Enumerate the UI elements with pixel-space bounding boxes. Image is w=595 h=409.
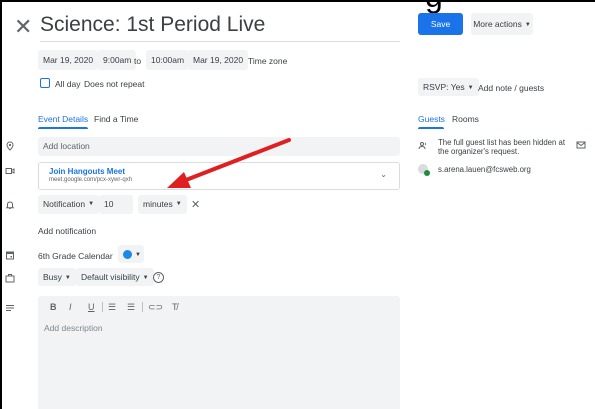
briefcase-icon: [5, 273, 15, 283]
calendar-name: 6th Grade Calendar: [38, 251, 113, 261]
toolbar-divider: [142, 302, 143, 312]
location-pin-icon: [5, 141, 15, 151]
add-note-guests-link[interactable]: Add note / guests: [478, 83, 544, 93]
tab-rooms[interactable]: Rooms: [452, 114, 479, 124]
dropdown-arrow-icon: ▼: [175, 201, 182, 208]
start-date-field[interactable]: Mar 19, 2020: [38, 50, 99, 70]
guest-list-hidden-notice: The full guest list has been hidden at t…: [438, 138, 566, 156]
notification-type-label: Notification: [43, 199, 86, 209]
toolbar-divider: [102, 302, 103, 312]
meet-url: meet.google.com/pcx-xywr-qxh: [49, 177, 133, 183]
email-guests-icon[interactable]: [576, 140, 586, 150]
numbered-list-icon[interactable]: ☰: [108, 302, 116, 313]
video-camera-icon: [5, 166, 15, 176]
dropdown-arrow-icon: ▼: [142, 274, 149, 281]
hangouts-meet-box[interactable]: Join Hangouts Meet meet.google.com/pcx-x…: [38, 162, 400, 190]
remove-notification-icon[interactable]: ✕: [191, 198, 200, 211]
repeat-select[interactable]: Does not repeat: [84, 79, 144, 89]
italic-button[interactable]: I: [69, 302, 72, 312]
description-lines-icon: [5, 303, 15, 313]
description-placeholder: Add description: [44, 323, 103, 333]
guests-tab-indicator: [418, 127, 444, 129]
dropdown-arrow-icon: ▼: [467, 84, 474, 91]
bell-icon: [5, 200, 15, 210]
notification-unit-select[interactable]: minutes ▼: [138, 195, 187, 214]
join-meet-link[interactable]: Join Hangouts Meet: [49, 167, 125, 176]
add-notification-link[interactable]: Add notification: [38, 226, 96, 236]
notification-unit-label: minutes: [143, 199, 173, 209]
availability-label: Busy: [43, 272, 62, 282]
close-icon[interactable]: ✕: [14, 16, 32, 38]
tab-guests[interactable]: Guests: [418, 114, 445, 124]
help-icon[interactable]: ?: [153, 272, 164, 283]
calendar-color-select[interactable]: ▼: [118, 245, 144, 263]
calendar-icon: [5, 250, 15, 260]
underline-button[interactable]: U: [88, 302, 95, 312]
tab-event-details[interactable]: Event Details: [38, 114, 88, 124]
dropdown-arrow-icon: ▼: [64, 274, 71, 281]
save-button[interactable]: Save: [418, 13, 463, 35]
all-day-checkbox[interactable]: [40, 78, 50, 88]
bold-button[interactable]: B: [50, 302, 57, 312]
visibility-label: Default visibility: [81, 272, 140, 282]
frame-border-left: [0, 0, 2, 409]
dropdown-arrow-icon: ▼: [135, 251, 141, 258]
event-title-input[interactable]: Science: 1st Period Live: [40, 12, 400, 42]
visibility-select[interactable]: Default visibility ▼: [76, 268, 154, 286]
time-zone-link[interactable]: Time zone: [248, 56, 287, 66]
link-icon[interactable]: ⊂⊃: [148, 302, 163, 313]
end-time-field[interactable]: 10:00am: [146, 50, 190, 70]
guest-email[interactable]: s.arena.lauen@fcsweb.org: [438, 165, 531, 174]
rsvp-label: RSVP: Yes: [423, 82, 465, 92]
dropdown-arrow-icon: ▼: [88, 201, 95, 208]
availability-select[interactable]: Busy ▼: [38, 268, 76, 286]
notification-type-select[interactable]: Notification ▼: [38, 195, 100, 214]
editor-toolbar: B I U ☰ ☰ ⊂⊃ T̸: [38, 296, 400, 318]
more-actions-label: More actions: [473, 19, 522, 29]
description-editor[interactable]: B I U ☰ ☰ ⊂⊃ T̸ Add description: [38, 296, 400, 409]
notification-value-input[interactable]: 10: [99, 195, 133, 214]
clear-formatting-icon[interactable]: T̸: [172, 302, 178, 312]
accepted-check-icon: [424, 170, 430, 176]
bulleted-list-icon[interactable]: ☰: [127, 302, 135, 313]
people-icon: [418, 141, 428, 151]
tab-find-a-time[interactable]: Find a Time: [94, 114, 138, 124]
end-date-field[interactable]: Mar 19, 2020: [188, 50, 249, 70]
to-label: to: [134, 56, 142, 66]
tab-active-indicator: [38, 127, 88, 129]
location-input[interactable]: Add location: [38, 137, 400, 156]
dropdown-arrow-icon: ▼: [524, 21, 531, 28]
rsvp-select[interactable]: RSVP: Yes ▼: [418, 78, 479, 96]
more-actions-button[interactable]: More actions ▼: [471, 13, 533, 35]
all-day-label: All day: [55, 79, 81, 89]
start-time-field[interactable]: 9:00am: [98, 50, 137, 70]
chevron-down-icon[interactable]: ⌄: [380, 170, 387, 179]
frame-border-top: [0, 0, 595, 2]
calendar-color-dot: [123, 250, 132, 260]
